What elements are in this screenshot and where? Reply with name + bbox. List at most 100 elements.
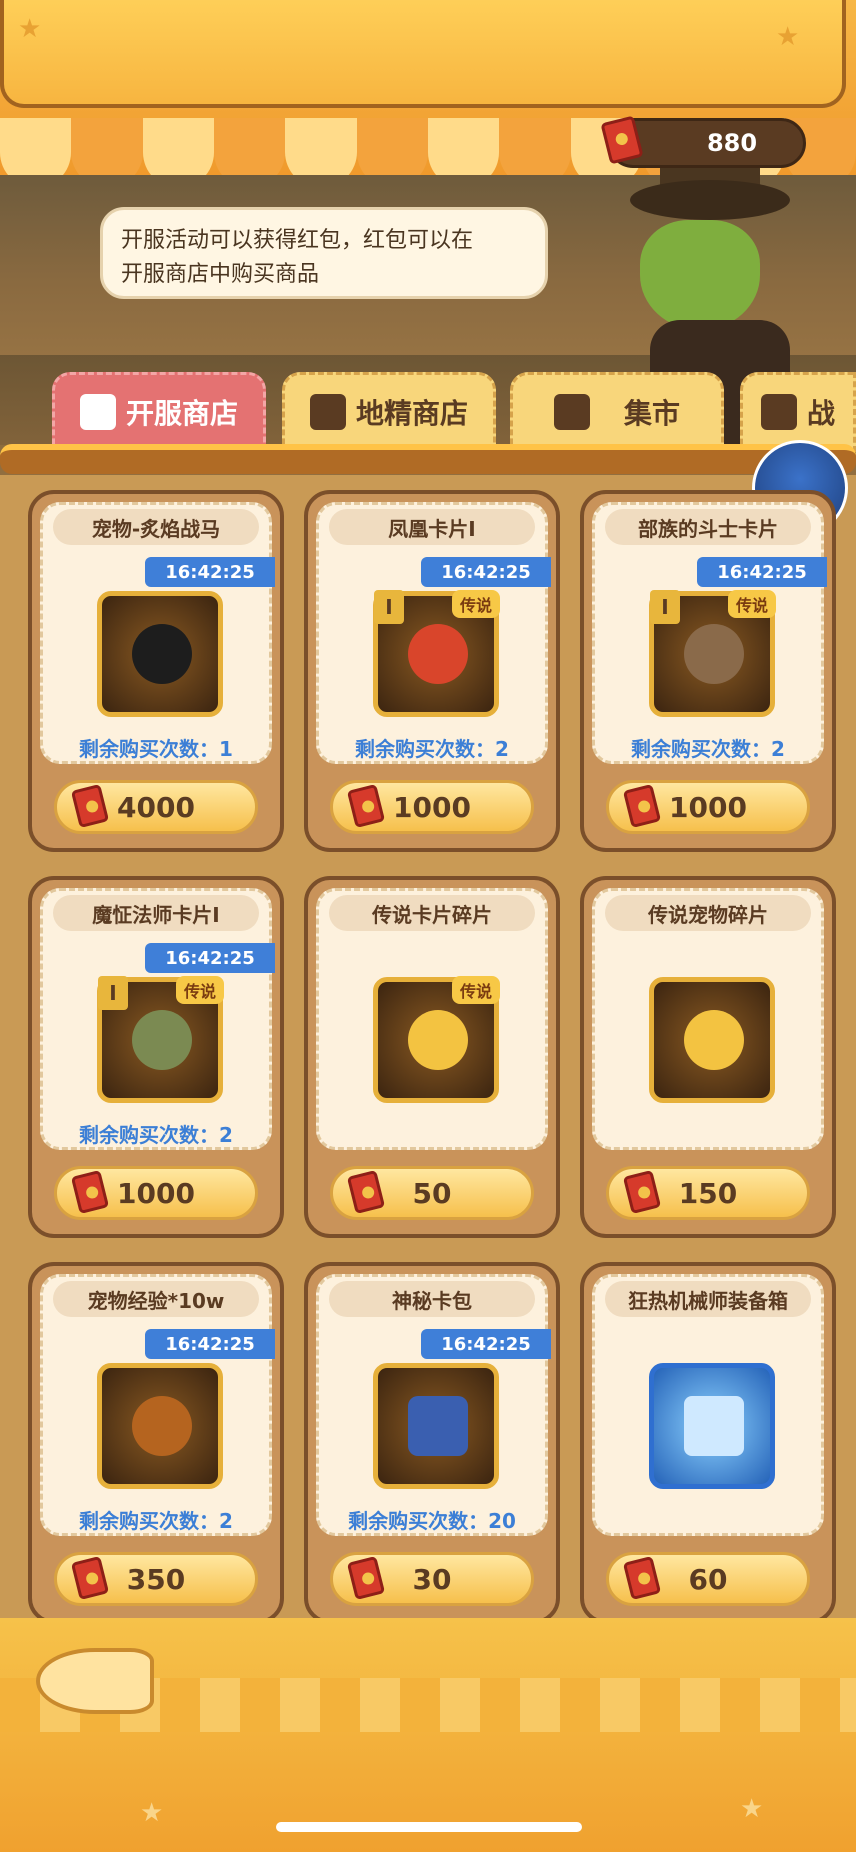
fishbone-icon[interactable]: [36, 1648, 154, 1714]
red-packet-icon: [79, 394, 116, 430]
phoenix-card-icon: I 传说: [373, 590, 500, 717]
item-title: 传说卡片碎片: [329, 895, 535, 931]
shop-item-card[interactable]: 魔怔法师卡片Ⅰ 16:42:25 I 传说 剩余购买次数：2 1000: [28, 876, 284, 1238]
shop-tabs: 开服商店 地精商店 集市 战: [0, 366, 856, 452]
price: 4000: [117, 790, 195, 824]
price: 1000: [117, 1176, 195, 1210]
red-packet-icon: [346, 1169, 386, 1215]
red-packet-icon: [346, 1555, 386, 1601]
tab-goblin-shop[interactable]: 地精商店: [282, 372, 496, 452]
red-packet-icon: [70, 1169, 110, 1215]
tab-label: 战: [806, 397, 835, 430]
bottom-footer: ★ ★: [0, 1618, 856, 1852]
legend-badge: 传说: [727, 590, 776, 618]
tribal-warrior-card-icon: I 传说: [649, 590, 776, 717]
legend-badge: 传说: [451, 590, 500, 618]
rank-badge: I: [98, 976, 128, 1010]
tab-label: 地精商店: [355, 397, 468, 430]
legend-pet-fragment-icon: [649, 977, 775, 1103]
buy-button[interactable]: 150: [606, 1166, 810, 1220]
red-packet-icon: [346, 783, 386, 829]
shop-item-card[interactable]: 传说宠物碎片 150: [580, 876, 836, 1238]
market-icon: [553, 394, 590, 430]
buy-button[interactable]: 350: [54, 1552, 258, 1606]
item-timer: 16:42:25: [421, 557, 551, 587]
red-packet-icon: [622, 783, 662, 829]
price: 1000: [669, 790, 747, 824]
red-packet-balance: 880: [600, 115, 806, 168]
buy-button[interactable]: 1000: [606, 780, 810, 834]
merchant-speech-bubble: 开服活动可以获得红包，红包可以在 开服商店中购买商品: [100, 207, 548, 299]
speech-line-1: 开服活动可以获得红包，红包可以在: [121, 228, 474, 253]
mage-card-icon: I 传说: [97, 976, 224, 1103]
legend-card-fragment-icon: 传说: [373, 976, 500, 1103]
red-packet-icon: [70, 783, 110, 829]
item-timer: 16:42:25: [145, 557, 275, 587]
legend-badge: 传说: [451, 976, 500, 1004]
tab-market[interactable]: 集市: [510, 372, 724, 452]
rank-badge: I: [374, 590, 404, 624]
item-timer: 16:42:25: [145, 1329, 275, 1359]
star-icon: ★: [140, 1798, 164, 1828]
shop-item-card[interactable]: 传说卡片碎片 传说 50: [304, 876, 560, 1238]
remaining-purchases: 剩余购买次数：2: [79, 1509, 233, 1533]
price: 30: [412, 1562, 452, 1596]
top-panel: [0, 0, 846, 108]
item-title: 宠物经验*10w: [53, 1281, 259, 1317]
warhorse-pet-icon: [97, 591, 223, 717]
shop-item-card[interactable]: 宠物经验*10w 16:42:25 剩余购买次数：2 350: [28, 1262, 284, 1624]
item-title: 凤凰卡片Ⅰ: [329, 509, 535, 545]
star-icon: ★: [18, 14, 42, 44]
shop-item-card[interactable]: 狂热机械师装备箱 60: [580, 1262, 836, 1624]
tab-rail: [0, 444, 856, 474]
speech-line-2: 开服商店中购买商品: [121, 262, 320, 287]
shop-item-card[interactable]: 凤凰卡片Ⅰ 16:42:25 I 传说 剩余购买次数：2 1000: [304, 490, 560, 852]
red-packet-icon: [622, 1169, 662, 1215]
price: 50: [412, 1176, 452, 1210]
shop-item-grid: 宠物-炙焰战马 16:42:25 剩余购买次数：1 4000 凤凰卡片Ⅰ 16:…: [24, 490, 836, 1624]
item-title: 部族的斗士卡片: [605, 509, 811, 545]
price: 1000: [393, 790, 471, 824]
red-packet-icon: [622, 1555, 662, 1601]
price: 350: [126, 1562, 186, 1596]
buy-button[interactable]: 60: [606, 1552, 810, 1606]
currency-amount: 880: [706, 129, 758, 157]
item-timer: 16:42:25: [697, 557, 827, 587]
rank-badge: I: [650, 590, 680, 624]
item-title: 神秘卡包: [329, 1281, 535, 1317]
battle-icon: [760, 394, 797, 430]
item-title: 狂热机械师装备箱: [605, 1281, 811, 1317]
tab-opening-shop[interactable]: 开服商店: [52, 372, 266, 452]
star-icon: ★: [740, 1794, 764, 1824]
item-title: 宠物-炙焰战马: [53, 509, 259, 545]
mystery-card-pack-icon: [373, 1363, 499, 1489]
red-packet-icon: [70, 1555, 110, 1601]
price: 150: [678, 1176, 738, 1210]
shop-icon: [309, 394, 346, 430]
buy-button[interactable]: 50: [330, 1166, 534, 1220]
pet-exp-drumstick-icon: [97, 1363, 223, 1489]
shop-item-card[interactable]: 宠物-炙焰战马 16:42:25 剩余购买次数：1 4000: [28, 490, 284, 852]
tab-label: 开服商店: [125, 397, 238, 430]
legend-badge: 传说: [175, 976, 224, 1004]
remaining-purchases: 剩余购买次数：2: [79, 1123, 233, 1147]
shop-item-card[interactable]: 神秘卡包 16:42:25 剩余购买次数：20 30: [304, 1262, 560, 1624]
remaining-purchases: 剩余购买次数：2: [355, 737, 509, 761]
price: 60: [688, 1562, 728, 1596]
item-title: 魔怔法师卡片Ⅰ: [53, 895, 259, 931]
star-icon: ★: [776, 22, 800, 52]
buy-button[interactable]: 1000: [330, 780, 534, 834]
remaining-purchases: 剩余购买次数：1: [79, 737, 233, 761]
remaining-purchases: 剩余购买次数：2: [631, 737, 785, 761]
buy-button[interactable]: 30: [330, 1552, 534, 1606]
shop-item-card[interactable]: 部族的斗士卡片 16:42:25 I 传说 剩余购买次数：2 1000: [580, 490, 836, 852]
equipment-chest-icon: [649, 1363, 775, 1489]
buy-button[interactable]: 1000: [54, 1166, 258, 1220]
item-timer: 16:42:25: [145, 943, 275, 973]
item-timer: 16:42:25: [421, 1329, 551, 1359]
remaining-purchases: 剩余购买次数：20: [348, 1509, 516, 1533]
home-indicator[interactable]: [276, 1822, 582, 1832]
tab-label: 集市: [623, 397, 680, 430]
item-title: 传说宠物碎片: [605, 895, 811, 931]
buy-button[interactable]: 4000: [54, 780, 258, 834]
